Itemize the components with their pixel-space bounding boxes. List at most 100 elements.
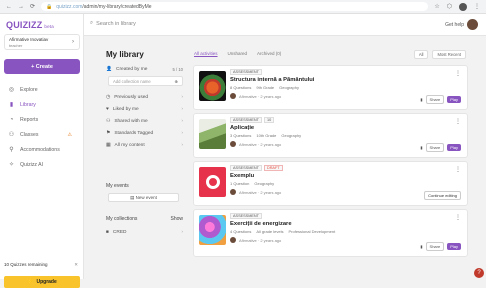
- more-options-icon[interactable]: ⋮: [455, 70, 461, 77]
- library-left-panel: 👤 Created by me 5 / 10 Add collection name…: [100, 63, 187, 273]
- quiz-questions: 1 Question: [230, 181, 250, 186]
- my-events-heading: My events: [106, 183, 129, 189]
- help-chat-button[interactable]: ?: [474, 268, 484, 278]
- more-options-icon[interactable]: ⋮: [455, 214, 461, 221]
- type-tag: ASSESSMENT: [230, 69, 262, 75]
- sidebar-item-explore[interactable]: ◎ Explore: [4, 82, 82, 97]
- grade-tag: 10: [263, 117, 275, 123]
- ai-icon: ✧: [8, 162, 15, 168]
- quiz-card[interactable]: ASSESSMENT Structura internă a Pământulu…: [193, 65, 468, 110]
- bookmark-icon[interactable]: ▮: [420, 145, 422, 150]
- share-button[interactable]: Share: [425, 242, 445, 251]
- quiz-card[interactable]: ASSESSMENT DRAFT Exemplu 1 Question Geogra…: [193, 161, 468, 206]
- browser-avatar[interactable]: [459, 2, 467, 11]
- quiz-title[interactable]: Structura internă a Pământului: [230, 77, 462, 83]
- collections-header: My collections Show: [106, 216, 183, 222]
- lp-standards-tagged[interactable]: ⚑ Standards Tagged ›: [100, 127, 187, 139]
- share-button[interactable]: Share: [425, 95, 445, 104]
- sort-select[interactable]: Most Recent: [432, 50, 466, 59]
- bookmark-icon[interactable]: ▮: [420, 244, 422, 249]
- back-icon[interactable]: ←: [6, 4, 12, 10]
- type-tag: ASSESSMENT: [230, 213, 262, 219]
- quiz-card[interactable]: ASSESSMENT 10 Aplicație 3 Questions 10th G…: [193, 113, 468, 158]
- tab-archived[interactable]: Archived (0): [257, 51, 281, 56]
- quiz-title[interactable]: Exerciții de energizare: [230, 221, 462, 227]
- quiz-subject: Geography: [254, 181, 275, 186]
- owner-avatar: [230, 141, 236, 147]
- forward-icon[interactable]: →: [18, 4, 24, 10]
- owner-avatar: [230, 93, 236, 99]
- more-options-icon[interactable]: ⋮: [455, 166, 461, 173]
- quiz-logo-icon: [205, 175, 220, 189]
- star-icon[interactable]: ☆: [434, 4, 439, 10]
- new-event-button[interactable]: ▤ New event: [108, 193, 179, 202]
- grid-icon: ▦: [106, 142, 111, 148]
- sidebar-item-classes[interactable]: ⚇ Classes ⚠: [4, 127, 82, 142]
- owner-text: Afirmative · 2 years ago: [239, 141, 282, 147]
- search-input[interactable]: ⌕ Search in library: [90, 20, 136, 27]
- calendar-icon: ▤: [130, 194, 135, 200]
- quiz-grade: All grade levels: [256, 229, 284, 234]
- tab-all-activities[interactable]: All activities: [194, 51, 218, 56]
- play-button[interactable]: Play: [447, 96, 461, 103]
- show-collections-button[interactable]: Show: [170, 216, 183, 222]
- logo[interactable]: QUIZIZZ beta: [6, 20, 54, 30]
- reload-icon[interactable]: ⟳: [30, 4, 35, 10]
- extensions-icon[interactable]: ⬡: [447, 4, 452, 10]
- create-button[interactable]: + Create: [4, 59, 80, 74]
- owner-text: Afirmative · 2 years ago: [239, 237, 282, 243]
- quiz-subject: Professional Development: [288, 229, 336, 234]
- page-title: My library: [106, 50, 144, 59]
- type-tag: ASSESSMENT: [230, 117, 262, 123]
- close-icon[interactable]: ✕: [74, 262, 78, 268]
- account-switcher[interactable]: Afirmative Inovatiav teacher ›: [4, 34, 80, 50]
- sidebar-item-accommodations[interactable]: ⚲ Accommodations: [4, 142, 82, 157]
- add-icon[interactable]: ⊕: [174, 79, 178, 84]
- browser-bar: ← → ⟳ 🔒 quizizz.com /admin/my-library/cr…: [0, 0, 486, 14]
- upgrade-button[interactable]: ⚡ Upgrade: [4, 276, 80, 288]
- sidebar-item-quizizz-ai[interactable]: ✧ Quizizz AI: [4, 157, 82, 172]
- clock-icon: ◷: [106, 94, 111, 100]
- help-link[interactable]: Get help: [445, 22, 464, 28]
- quiz-title[interactable]: Exemplu: [230, 173, 462, 179]
- filter-all-select[interactable]: All: [413, 50, 429, 59]
- lp-shared-with-me[interactable]: ⚇ Shared with me ›: [100, 115, 187, 127]
- collection-item[interactable]: ■ CRED ›: [100, 226, 187, 238]
- quiz-thumbnail: [199, 215, 226, 245]
- owner-avatar: [230, 237, 236, 243]
- tab-unshared[interactable]: Unshared: [228, 51, 248, 56]
- classes-icon: ⚇: [8, 132, 15, 138]
- filters: All Most Recent: [413, 50, 466, 59]
- quiz-thumbnail: [199, 71, 226, 101]
- owner-text: Afirmative · 2 years ago: [239, 93, 282, 99]
- address-bar[interactable]: 🔒 quizizz.com /admin/my-library/createdB…: [41, 2, 429, 11]
- continue-editing-button[interactable]: Continue editing: [424, 191, 461, 200]
- lp-created-by-me[interactable]: 👤 Created by me 5 / 10: [100, 63, 187, 75]
- lp-all-my-content[interactable]: ▦ All my content ›: [100, 139, 187, 151]
- question-icon: ?: [477, 270, 481, 276]
- lp-liked-by-me[interactable]: ♥ Liked by me ›: [100, 103, 187, 115]
- bookmark-icon[interactable]: ▮: [420, 97, 422, 102]
- sidebar-item-reports[interactable]: ◔ Reports: [4, 112, 82, 127]
- account-name: Afirmative Inovatiav: [9, 37, 49, 42]
- reports-icon: ◔: [9, 116, 14, 123]
- quiz-questions: 8 Questions: [230, 85, 252, 90]
- avatar[interactable]: [467, 19, 478, 30]
- account-role: teacher: [9, 43, 23, 48]
- folder-icon: ■: [106, 229, 109, 235]
- quiz-card[interactable]: ASSESSMENT Exerciții de energizare 4 Que…: [193, 209, 468, 257]
- sidebar-item-library[interactable]: ▮ Library: [4, 97, 82, 112]
- play-button[interactable]: Play: [447, 144, 461, 151]
- type-tag: ASSESSMENT: [230, 165, 262, 171]
- compass-icon: ◎: [8, 87, 15, 93]
- play-button[interactable]: Play: [447, 243, 461, 250]
- quiz-thumbnail: [199, 167, 226, 197]
- collection-name-input[interactable]: Add collection name ⊕: [108, 76, 183, 86]
- quiz-subject: Geography: [281, 133, 302, 138]
- more-options-icon[interactable]: ⋮: [455, 118, 461, 125]
- menu-icon[interactable]: ⋮: [474, 4, 480, 10]
- heart-icon: ♥: [106, 106, 109, 112]
- quiz-title[interactable]: Aplicație: [230, 125, 462, 131]
- share-button[interactable]: Share: [425, 143, 445, 152]
- lp-previously-used[interactable]: ◷ Previously used ›: [100, 91, 187, 103]
